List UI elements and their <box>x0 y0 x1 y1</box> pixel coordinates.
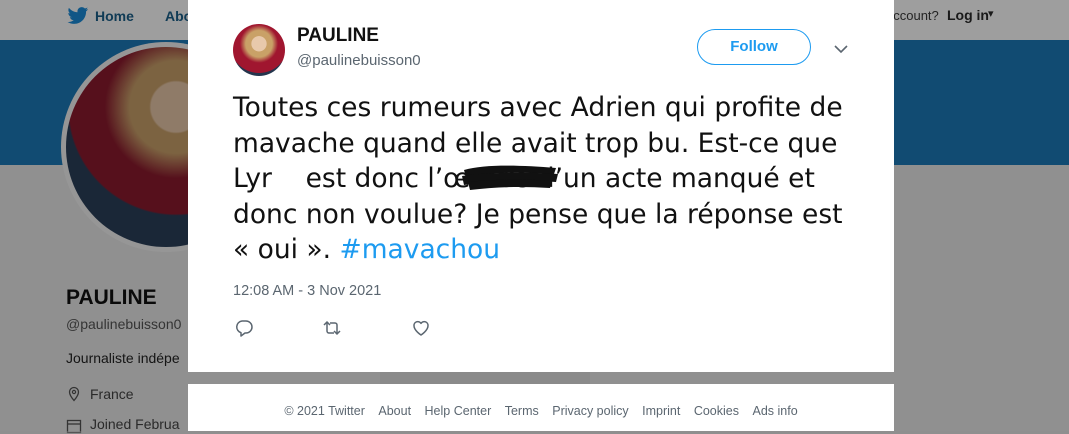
footer-link-help-center[interactable]: Help Center <box>425 404 492 418</box>
tweet-card: PAULINE @paulinebuisson0 Follow Toutes c… <box>188 0 894 372</box>
footer-link-ads-info[interactable]: Ads info <box>752 404 797 418</box>
heart-icon[interactable] <box>411 318 431 338</box>
footer-link-about[interactable]: About <box>378 404 411 418</box>
footer-link-cookies[interactable]: Cookies <box>694 404 739 418</box>
footer-links: © 2021 Twitter About Help Center Terms P… <box>188 404 894 418</box>
footer-link-terms[interactable]: Terms <box>505 404 539 418</box>
footer-link-privacy[interactable]: Privacy policy <box>552 404 628 418</box>
tweet-text-redacted: Lyr <box>233 163 306 194</box>
tweet-author-avatar[interactable] <box>233 24 285 76</box>
footer-link-imprint[interactable]: Imprint <box>642 404 680 418</box>
tweet-author-name[interactable]: PAULINE <box>297 25 379 47</box>
footer-copyright: © 2021 Twitter <box>284 404 365 418</box>
tweet-text-part1: Toutes ces rumeurs avec Adrien qui profi… <box>233 92 843 159</box>
footer: © 2021 Twitter About Help Center Terms P… <box>188 384 894 431</box>
reply-icon[interactable] <box>234 318 254 338</box>
retweet-icon[interactable] <box>322 318 342 338</box>
tweet-hashtag[interactable]: #mavachou <box>340 234 501 265</box>
tweet-timestamp[interactable]: 12:08 AM - 3 Nov 2021 <box>233 283 381 299</box>
tweet-author-handle[interactable]: @paulinebuisson0 <box>297 52 421 69</box>
chevron-down-icon[interactable] <box>832 40 850 58</box>
follow-button[interactable]: Follow <box>697 29 811 65</box>
modal-gap <box>380 372 590 384</box>
redaction-scribble <box>462 165 558 190</box>
